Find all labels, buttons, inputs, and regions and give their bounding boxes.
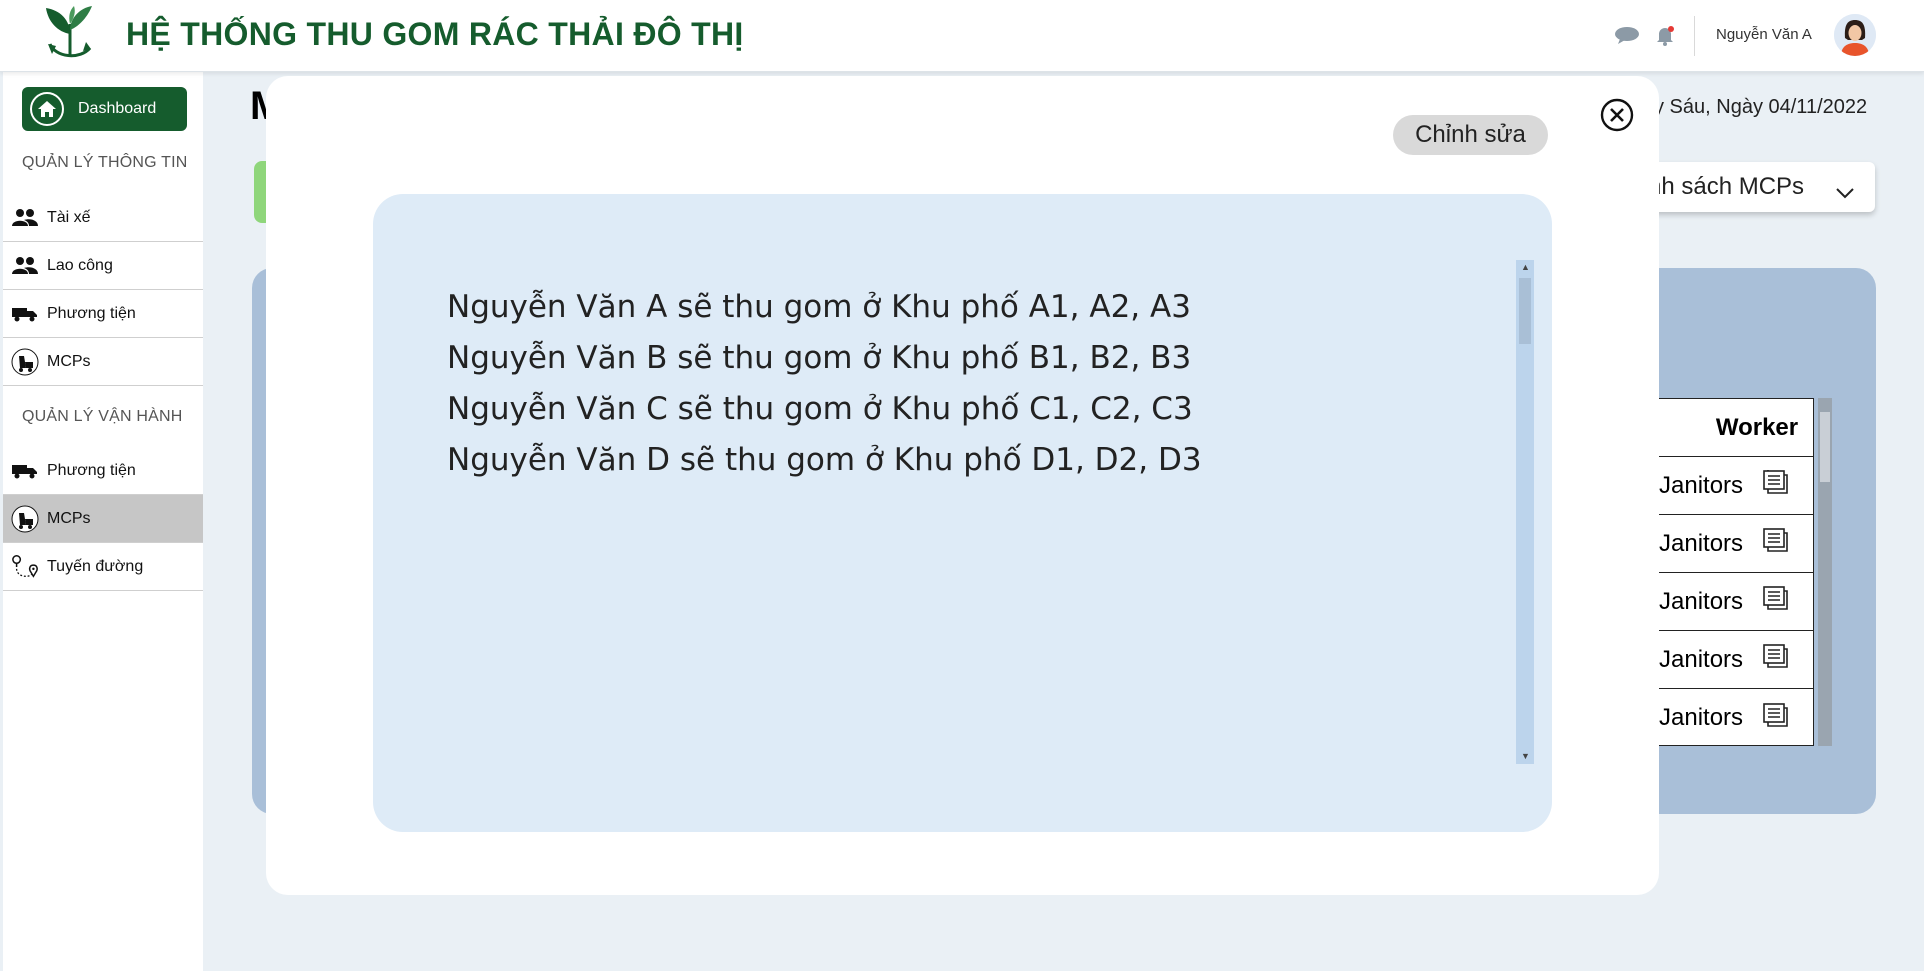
assignment-content-box: Nguyễn Văn A sẽ thu gom ở Khu phố A1, A2… [373,194,1552,832]
app-title: HỆ THỐNG THU GOM RÁC THẢI ĐÔ THỊ [126,16,744,52]
worker-cell: Janitors [1659,645,1744,673]
people-icon [11,204,39,232]
worker-cell: Janitors [1659,587,1744,615]
notification-bell-icon[interactable] [1654,24,1676,51]
sidebar-item-label: Tuyến đường [47,557,144,575]
scroll-down-arrow-icon[interactable]: ▼ [1521,752,1530,761]
people-icon [11,252,39,280]
sidebar-item-janitors[interactable]: Lao công [3,242,203,290]
truck-icon [11,300,39,328]
sidebar-item-label: Phương tiện [47,461,136,479]
sidebar: Dashboard QUẢN LÝ THÔNG TIN Tài xế Lao c… [3,72,203,971]
mcp-icon [11,348,39,376]
edit-button[interactable]: Chỉnh sửa [1393,115,1548,155]
date-text: y Sáu, Ngày 04/11/2022 [1654,96,1868,118]
sidebar-item-label: Phương tiện [47,304,136,322]
sidebar-item-drivers[interactable]: Tài xế [3,194,203,242]
worker-cell: Janitors [1659,471,1744,499]
truck-icon [11,457,39,485]
document-icon[interactable] [1763,528,1789,559]
assignment-line: Nguyễn Văn C sẽ thu gom ở Khu phố C1, C2… [447,391,1193,427]
mcp-icon [11,505,39,533]
sidebar-item-vehicles-info[interactable]: Phương tiện [3,290,203,338]
section-title-ops: QUẢN LÝ VẬN HÀNH [22,408,183,425]
sidebar-item-vehicles-ops[interactable]: Phương tiện [3,447,203,495]
header-divider [1694,16,1695,56]
dropdown-label: nh sách MCPs [1648,173,1805,200]
dashboard-label: Dashboard [78,100,157,117]
assignment-line: Nguyễn Văn A sẽ thu gom ở Khu phố A1, A2… [447,289,1191,325]
sidebar-item-label: Lao công [47,256,113,274]
assignment-line: Nguyễn Văn D sẽ thu gom ở Khu phố D1, D2… [447,442,1202,478]
sidebar-item-label: MCPs [47,509,91,527]
assignment-line: Nguyễn Văn B sẽ thu gom ở Khu phố B1, B2… [447,340,1192,376]
chat-icon[interactable] [1614,26,1640,49]
worker-cell: Janitors [1659,704,1744,731]
chevron-down-icon [1835,178,1855,206]
route-icon [11,553,39,581]
dashboard-button[interactable]: Dashboard [22,87,187,131]
document-icon[interactable] [1763,469,1789,501]
scrollbar-thumb[interactable] [1820,412,1830,482]
sidebar-item-label: Tài xế [47,208,91,226]
recycle-leaf-logo-icon [40,4,100,66]
content-scrollbar[interactable]: ▲ ▼ [1516,260,1534,764]
assignment-modal: Chỉnh sửa Nguyễn Văn A sẽ thu gom ở Khu … [266,76,1659,895]
home-icon [30,92,64,126]
document-icon[interactable] [1763,644,1789,675]
avatar[interactable] [1834,14,1876,56]
sidebar-item-label: MCPs [47,352,91,370]
scrollbar-thumb[interactable] [1519,278,1531,344]
close-icon[interactable] [1600,98,1634,132]
worker-table-scrollbar[interactable] [1818,398,1832,746]
scroll-up-arrow-icon[interactable]: ▲ [1521,263,1530,272]
document-icon[interactable] [1763,702,1789,734]
sidebar-item-mcps-info[interactable]: MCPs [3,338,203,386]
worker-cell: Janitors [1659,529,1744,557]
user-name[interactable]: Nguyễn Văn A [1716,26,1812,43]
top-header: HỆ THỐNG THU GOM RÁC THẢI ĐÔ THỊ Nguyễn … [0,0,1924,72]
document-icon[interactable] [1763,586,1789,617]
sidebar-item-mcps-ops[interactable]: MCPs [3,495,203,543]
sidebar-item-routes[interactable]: Tuyến đường [3,543,203,591]
section-title-info: QUẢN LÝ THÔNG TIN [22,154,188,171]
assignment-list: Nguyễn Văn A sẽ thu gom ở Khu phố A1, A2… [447,282,1202,486]
